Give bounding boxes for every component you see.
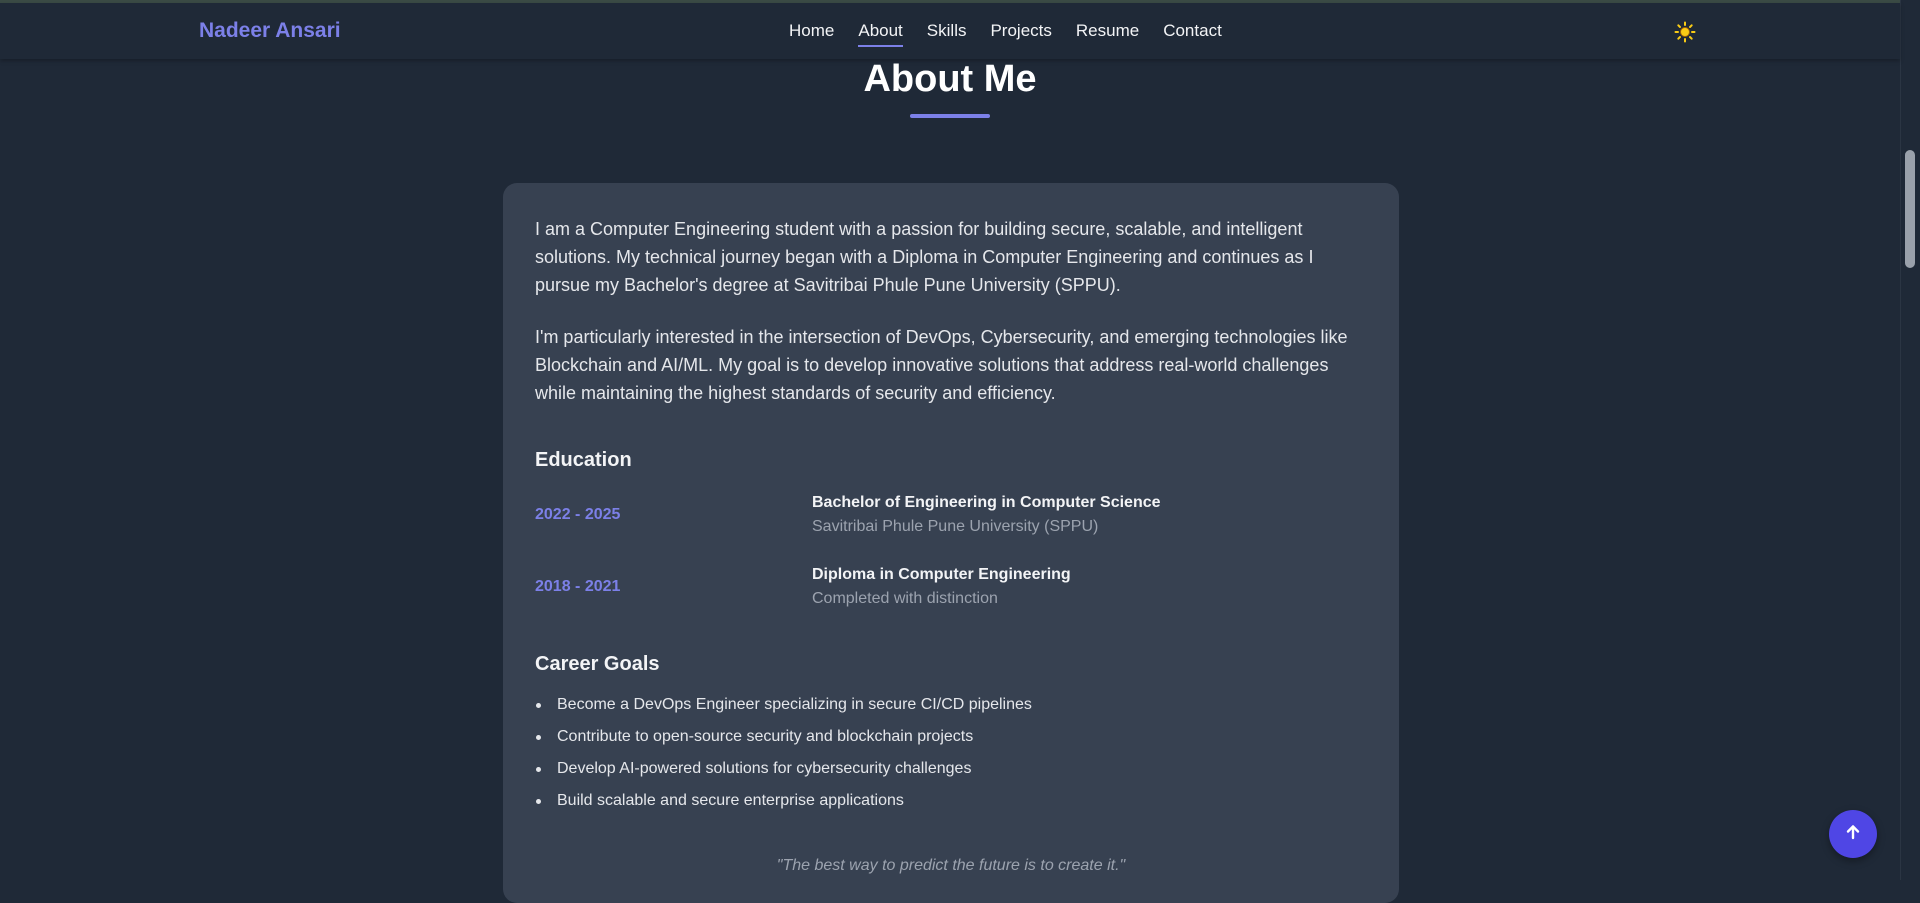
- scroll-to-top-button[interactable]: [1829, 810, 1877, 858]
- scrollbar-track[interactable]: [1900, 0, 1920, 880]
- sun-icon[interactable]: [1674, 21, 1696, 43]
- section-title-wrap: About Me: [0, 56, 1900, 118]
- brand-logo[interactable]: Nadeer Ansari: [199, 19, 341, 43]
- education-degree: Bachelor of Engineering in Computer Scie…: [812, 494, 1161, 511]
- career-goals-heading: Career Goals: [535, 653, 660, 675]
- quote: "The best way to predict the future is t…: [776, 857, 1126, 874]
- education-heading: Education: [535, 449, 632, 471]
- nav-link-home[interactable]: Home: [789, 21, 834, 41]
- list-item: Contribute to open-source security and b…: [535, 727, 1032, 759]
- nav-link-skills[interactable]: Skills: [927, 21, 967, 41]
- nav-link-about[interactable]: About: [858, 21, 904, 47]
- about-paragraph-1: I am a Computer Engineering student with…: [535, 219, 1314, 295]
- about-card: I am a Computer Engineering student with…: [503, 183, 1399, 903]
- education-degree: Diploma in Computer Engineering: [812, 566, 1071, 583]
- list-item: Develop AI-powered solutions for cyberse…: [535, 759, 1032, 791]
- navbar: Nadeer Ansari Home About Skills Projects…: [0, 3, 1900, 59]
- education-school: Completed with distinction: [812, 590, 998, 607]
- education-years: 2022 - 2025: [535, 506, 621, 523]
- nav-link-contact[interactable]: Contact: [1163, 21, 1222, 41]
- about-paragraph-2: I'm particularly interested in the inter…: [535, 327, 1348, 403]
- page-title: About Me: [863, 58, 1037, 100]
- arrow-up-icon: [1844, 823, 1862, 846]
- education-school: Savitribai Phule Pune University (SPPU): [812, 518, 1099, 535]
- scrollbar-thumb[interactable]: [1905, 150, 1915, 268]
- education-years: 2018 - 2021: [535, 578, 621, 595]
- nav-link-resume[interactable]: Resume: [1076, 21, 1139, 41]
- list-item: Build scalable and secure enterprise app…: [535, 791, 1032, 823]
- career-goals-list: Become a DevOps Engineer specializing in…: [535, 695, 1032, 823]
- nav-link-projects[interactable]: Projects: [990, 21, 1051, 41]
- nav-links: Home About Skills Projects Resume Contac…: [789, 21, 1246, 47]
- title-underline: [910, 114, 990, 118]
- list-item: Become a DevOps Engineer specializing in…: [535, 695, 1032, 727]
